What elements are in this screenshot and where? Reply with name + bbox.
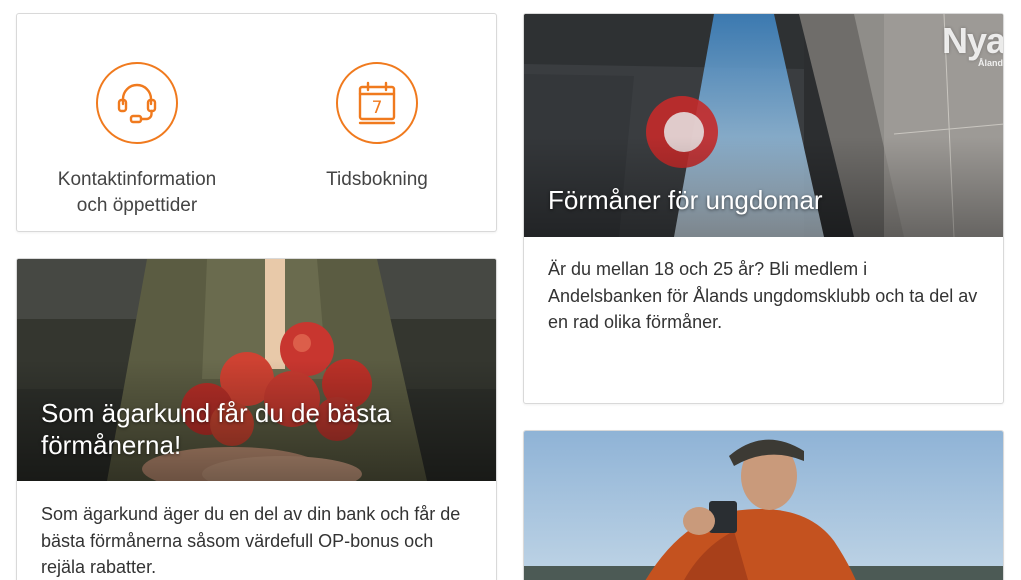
youth-benefits-card[interactable]: Nya Åland Förmåner för ungdomar Är du me…: [523, 13, 1004, 404]
contact-info-label: Kontaktinformation och öppettider: [57, 169, 217, 216]
quick-links-card: Kontaktinformation och öppettider 7 Tids…: [16, 13, 497, 232]
owner-card-title: Som ägarkund får du de bästa förmånerna!: [41, 398, 391, 460]
calendar-day: 7: [372, 98, 383, 118]
headset-icon: [96, 62, 178, 144]
outdoor-card[interactable]: [523, 430, 1004, 580]
booking-link[interactable]: 7 Tidsbokning: [257, 14, 496, 231]
calendar-icon: 7: [336, 62, 418, 144]
youth-card-text: Är du mellan 18 och 25 år? Bli medlem i …: [548, 259, 978, 332]
booking-label: Tidsbokning: [326, 169, 428, 190]
outdoor-card-image: [524, 431, 1003, 580]
contact-info-link[interactable]: Kontaktinformation och öppettider: [17, 14, 257, 231]
youth-card-title: Förmåner för ungdomar: [548, 185, 823, 215]
owner-benefits-card[interactable]: Som ägarkund får du de bästa förmånerna!…: [16, 258, 497, 580]
owner-card-text: Som ägarkund äger du en del av din bank …: [41, 504, 461, 577]
watermark-logo: Nya: [941, 20, 1004, 61]
watermark-sub: Åland: [977, 58, 1003, 68]
